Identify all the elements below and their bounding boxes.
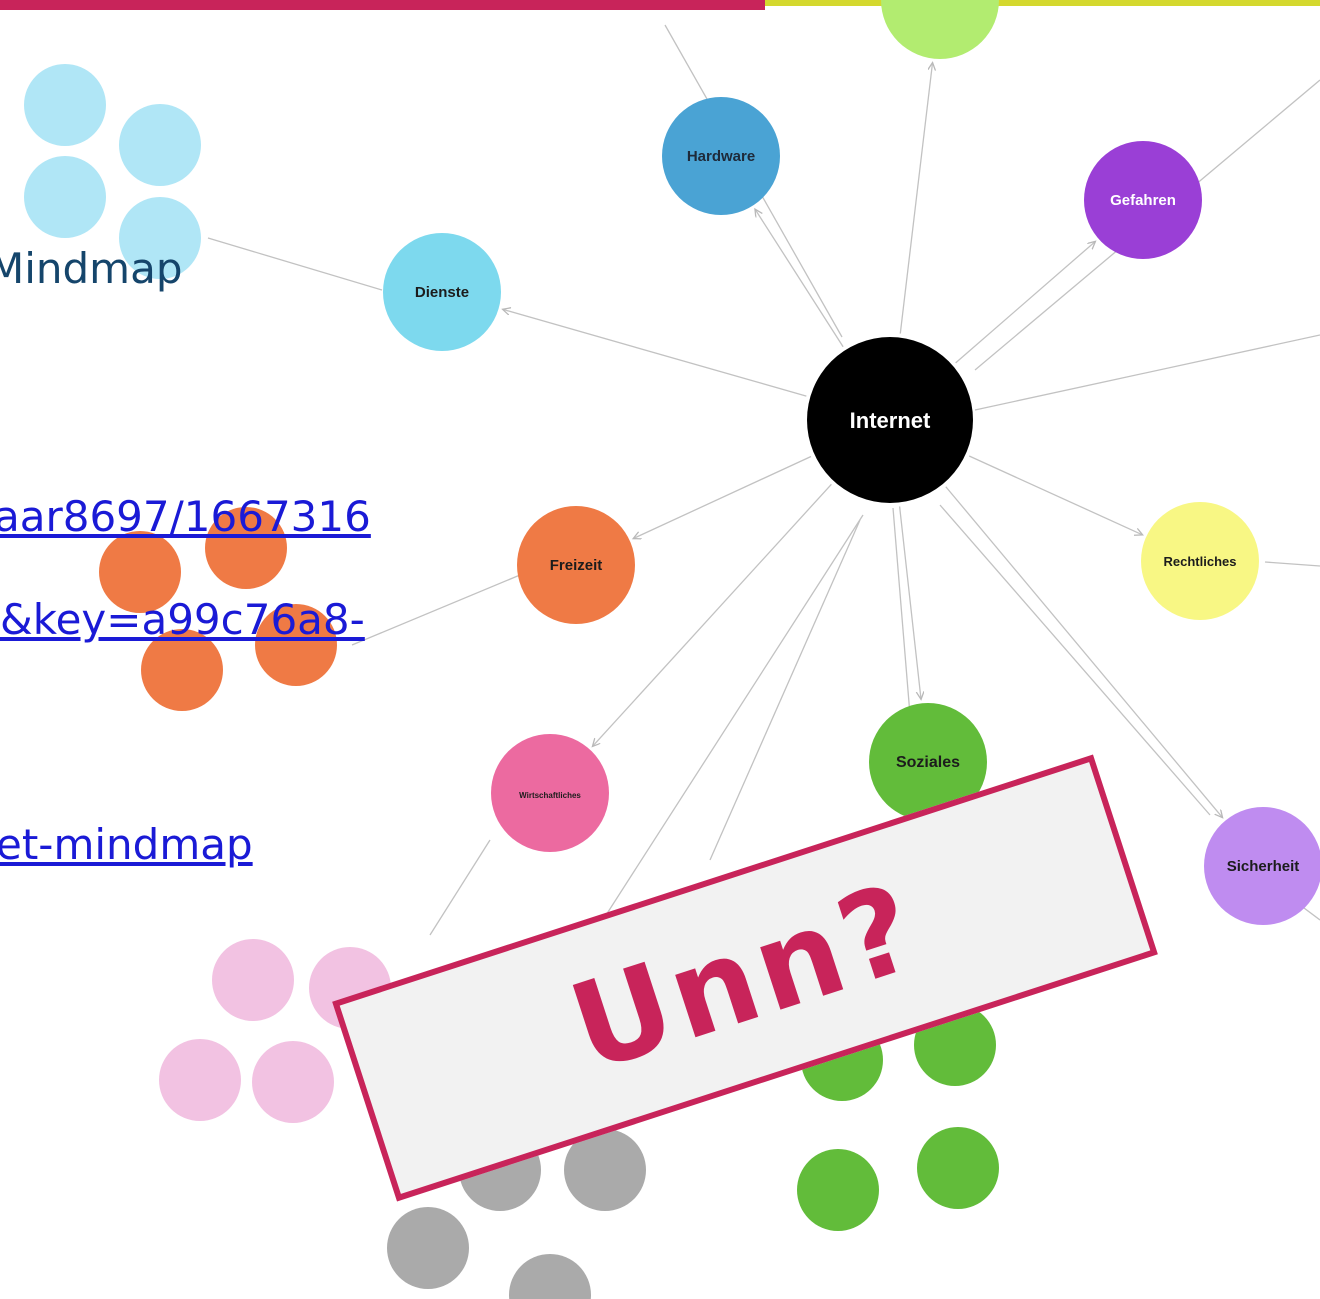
cluster-circle-soziales bbox=[797, 1149, 879, 1231]
cluster-circle-wirtschaftliches bbox=[212, 939, 294, 1021]
cluster-circle-wirtschaftliches bbox=[159, 1039, 241, 1121]
connector-line bbox=[592, 483, 832, 746]
node-label-rechtliches: Rechtliches bbox=[1164, 554, 1237, 569]
cluster-circle-grau bbox=[509, 1254, 591, 1299]
connector-line bbox=[898, 506, 921, 699]
node-label-sicherheit: Sicherheit bbox=[1227, 858, 1300, 875]
connector-line bbox=[1264, 561, 1320, 567]
link-1[interactable]: aar8697/1667316 bbox=[0, 492, 371, 541]
connector-line bbox=[709, 519, 861, 861]
link-3[interactable]: et-mindmap bbox=[0, 820, 253, 869]
connector-line bbox=[429, 839, 491, 936]
connector-line bbox=[207, 237, 383, 291]
slide-title: Mindmap bbox=[0, 244, 183, 293]
node-label-gefahren: Gefahren bbox=[1110, 192, 1176, 209]
connector-line bbox=[968, 455, 1142, 535]
cluster-circle-soziales bbox=[917, 1127, 999, 1209]
cluster-circle-wirtschaftliches bbox=[252, 1041, 334, 1123]
connector-line bbox=[955, 241, 1096, 364]
connector-line bbox=[755, 209, 844, 348]
node-top bbox=[881, 0, 999, 59]
node-label-wirtschaftliches: Wirtschaftliches bbox=[519, 791, 581, 800]
cluster-circle-dienste bbox=[24, 156, 106, 238]
node-label-hardware: Hardware bbox=[687, 148, 755, 165]
connector-line bbox=[899, 63, 932, 334]
cluster-circle-dienste bbox=[24, 64, 106, 146]
cluster-circle-dienste bbox=[119, 104, 201, 186]
connector-line bbox=[974, 334, 1320, 411]
node-label-internet: Internet bbox=[850, 408, 931, 433]
cluster-circle-grau bbox=[387, 1207, 469, 1289]
connector-line bbox=[351, 574, 521, 646]
connector-line bbox=[503, 309, 807, 397]
node-label-soziales: Soziales bbox=[896, 754, 960, 771]
node-label-freizeit: Freizeit bbox=[550, 557, 603, 574]
connector-line bbox=[633, 455, 812, 538]
link-2[interactable]: &key=a99c76a8- bbox=[0, 595, 365, 644]
node-label-dienste: Dienste bbox=[415, 284, 469, 301]
